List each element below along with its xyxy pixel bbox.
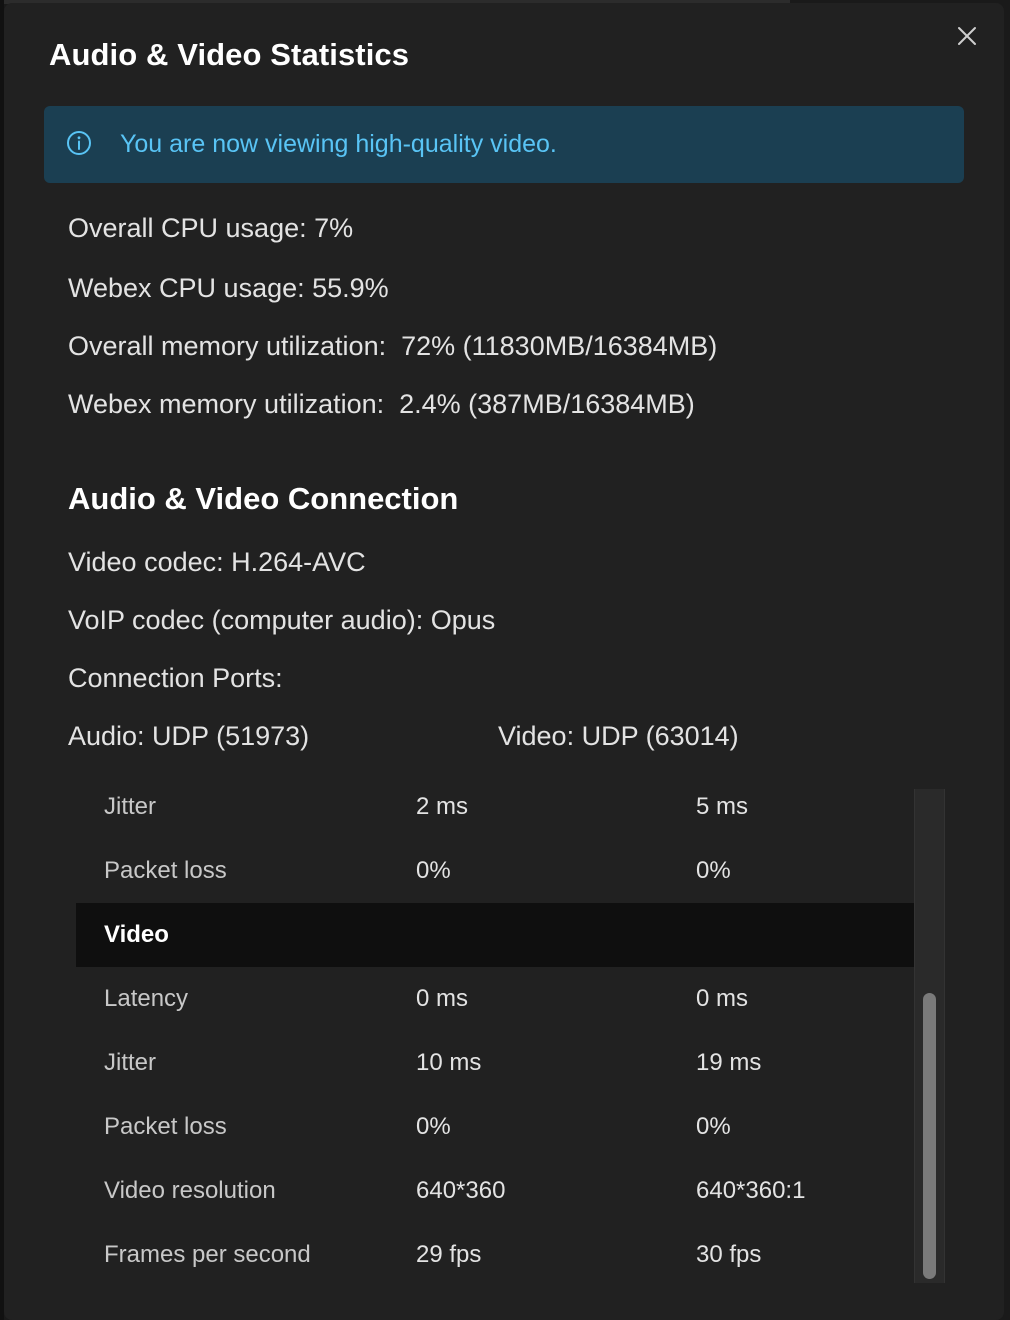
row-label: Jitter (104, 1049, 157, 1076)
row-value-2: 5 ms (696, 793, 749, 820)
table-row: Frames per second 29 fps 30 fps (76, 1223, 914, 1283)
table-section-header: Video (76, 903, 914, 967)
row-label: Packet loss (104, 857, 227, 884)
row-value-2: 30 fps (696, 1241, 762, 1268)
dialog-title: Audio & Video Statistics (49, 37, 410, 72)
table-row: Jitter 10 ms 19 ms (76, 1031, 914, 1095)
row-value-2: 640*360:1 (696, 1177, 806, 1204)
row-label: Frames per second (104, 1241, 311, 1268)
row-value-2: 0 ms (696, 985, 749, 1012)
row-value-1: 0% (416, 1113, 451, 1140)
row-value-1: 10 ms (416, 1049, 482, 1076)
table-scrollbar[interactable] (914, 789, 945, 1283)
overall-cpu-usage: Overall CPU usage: 7% (68, 213, 354, 243)
voip-codec: VoIP codec (computer audio): Opus (68, 605, 496, 635)
row-value-2: 19 ms (696, 1049, 762, 1076)
section-label-video: Video (104, 921, 169, 948)
video-port: Video: UDP (63014) (498, 721, 739, 751)
statistics-table[interactable]: Jitter 2 ms 5 ms Packet loss 0% 0% Video… (76, 789, 914, 1283)
close-icon (958, 27, 976, 45)
row-value-1: 640*360 (416, 1177, 506, 1204)
info-icon (67, 131, 91, 155)
row-value-2: 0% (696, 857, 731, 884)
webex-memory-utilization: Webex memory utilization: 2.4% (387MB/16… (68, 389, 695, 419)
table-row: Packet loss 0% 0% (76, 839, 914, 903)
audio-port: Audio: UDP (51973) (68, 721, 310, 751)
video-codec: Video codec: H.264-AVC (68, 547, 366, 577)
webex-cpu-usage: Webex CPU usage: 55.9% (68, 273, 389, 303)
row-label: Jitter (104, 793, 157, 820)
connection-ports-label: Connection Ports: (68, 663, 283, 693)
row-value-1: 0 ms (416, 985, 469, 1012)
connection-section-title: Audio & Video Connection (68, 481, 459, 516)
info-banner: You are now viewing high-quality video. (44, 106, 964, 183)
table-row: Packet loss 0% 0% (76, 1095, 914, 1159)
row-value-1: 29 fps (416, 1241, 482, 1268)
row-label: Latency (104, 985, 189, 1012)
close-button[interactable] (954, 23, 980, 49)
row-value-1: 2 ms (416, 793, 469, 820)
row-label: Packet loss (104, 1113, 227, 1140)
row-value-1: 0% (416, 857, 451, 884)
table-row: Video resolution 640*360 640*360:1 (76, 1159, 914, 1223)
banner-message: You are now viewing high-quality video. (120, 130, 557, 158)
statistics-dialog: Audio & Video Statistics You are now vie… (4, 3, 1004, 1320)
scrollbar-thumb[interactable] (923, 993, 936, 1279)
row-value-2: 0% (696, 1113, 731, 1140)
overall-memory-utilization: Overall memory utilization: 72% (11830MB… (68, 331, 718, 361)
row-label: Video resolution (104, 1177, 276, 1204)
table-row: Latency 0 ms 0 ms (76, 967, 914, 1031)
table-row: Jitter 2 ms 5 ms (76, 789, 914, 839)
